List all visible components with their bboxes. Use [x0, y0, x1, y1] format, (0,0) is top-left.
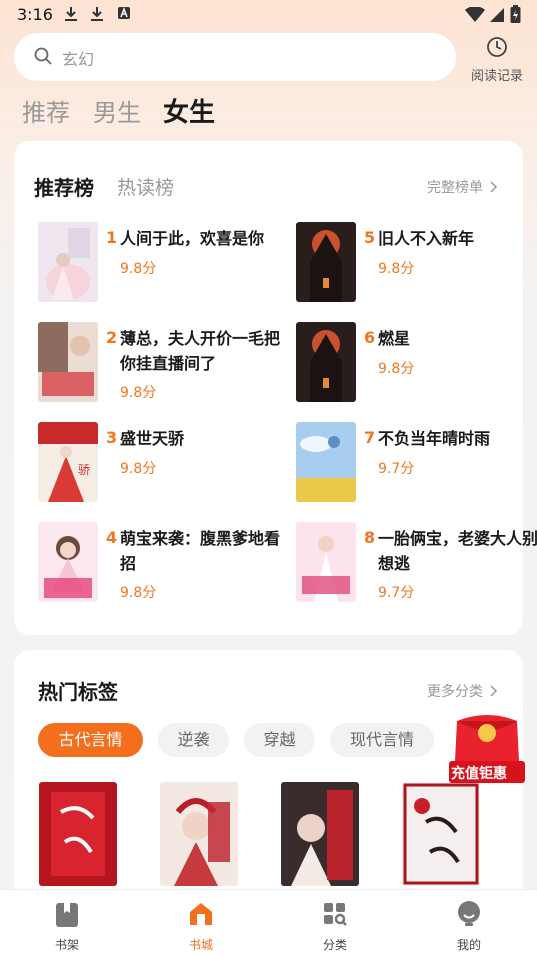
- book-score: 9.8分: [120, 261, 157, 277]
- search-placeholder: 玄幻: [62, 50, 95, 69]
- nav-bookshelf-label: 书架: [54, 938, 79, 952]
- book-cover[interactable]: [402, 782, 480, 886]
- profile-icon: [458, 901, 480, 926]
- book-cover: [296, 322, 356, 402]
- book-score: 9.8分: [120, 385, 157, 401]
- book-cover: [296, 522, 356, 602]
- battery-icon: [510, 5, 521, 23]
- full-ranking-label: 完整榜单: [427, 180, 483, 196]
- rank-number: 6: [364, 328, 376, 347]
- rank-item-1[interactable]: 1 人间于此，欢喜是你 9.8分: [38, 222, 278, 304]
- rank-item-3[interactable]: 骄 3 盛世天骄 9.8分: [38, 422, 278, 504]
- book-cover: [38, 322, 98, 402]
- chevron-right-icon: [490, 181, 498, 193]
- book-cover: [296, 222, 356, 302]
- book-cover: [296, 422, 356, 502]
- book-cover[interactable]: [281, 782, 359, 886]
- rank-number: 2: [106, 328, 118, 347]
- chip-ancient-romance[interactable]: 古代言情: [38, 723, 143, 757]
- download-icon: [91, 7, 103, 21]
- rank-number: 8: [364, 528, 376, 547]
- rank-number: 4: [106, 528, 118, 547]
- clock-icon: [487, 37, 507, 57]
- nav-store-label: 书城: [188, 938, 213, 952]
- book-cover[interactable]: [39, 782, 117, 886]
- book-title: 人间于此，欢喜是你: [120, 229, 265, 248]
- rank-item-5[interactable]: 5 旧人不入新年 9.8分: [296, 222, 536, 304]
- book-score: 9.8分: [120, 461, 157, 477]
- book-title: 盛世天骄: [120, 429, 185, 448]
- nav-category[interactable]: 分类: [295, 890, 375, 956]
- signal-icon: [490, 8, 504, 22]
- nav-bookshelf[interactable]: 书架: [27, 890, 107, 956]
- book-title: 燃星: [378, 329, 411, 348]
- rank-item-2[interactable]: 2 薄总，夫人开价一毛把你挂直播间了 9.8分: [38, 322, 280, 404]
- nav-category-label: 分类: [322, 938, 347, 952]
- full-ranking-link[interactable]: 完整榜单: [427, 177, 498, 197]
- bottom-nav: 书架 书城 分类 我的: [0, 889, 537, 956]
- rank-number: 7: [364, 428, 376, 447]
- chip-time-travel[interactable]: 穿越: [244, 723, 315, 757]
- svg-text:骄: 骄: [78, 463, 90, 477]
- store-icon: [190, 903, 212, 925]
- download-icon: [65, 7, 77, 21]
- chip-comeback[interactable]: 逆袭: [158, 723, 229, 757]
- book-score: 9.7分: [378, 585, 415, 601]
- rank-number: 5: [364, 228, 376, 247]
- recharge-promo-button[interactable]: 充值钜惠: [447, 705, 527, 785]
- book-cover[interactable]: [160, 782, 238, 886]
- book-cover: [38, 222, 98, 302]
- tab-female[interactable]: 女生: [163, 92, 215, 129]
- chip-modern-romance[interactable]: 现代言情: [330, 723, 434, 757]
- book-title: 薄总，夫人开价一毛把你挂直播间了: [120, 329, 281, 373]
- tab-recommend[interactable]: 推荐: [22, 93, 70, 128]
- tab-hot-rank[interactable]: 热读榜: [117, 173, 174, 200]
- rank-number: 3: [106, 428, 118, 447]
- hot-tags-title: 热门标签: [38, 680, 118, 704]
- book-title: 一胎俩宝，老婆大人别想逃: [378, 529, 537, 573]
- nav-store[interactable]: 书城: [161, 890, 241, 956]
- app-notification-icon: [118, 6, 130, 19]
- book-title: 不负当年晴时雨: [378, 429, 491, 448]
- wifi-icon: [465, 7, 485, 22]
- nav-profile[interactable]: 我的: [429, 890, 509, 956]
- more-categories-label: 更多分类: [427, 684, 483, 700]
- category-icon: [324, 903, 347, 926]
- book-score: 9.8分: [378, 261, 415, 277]
- book-score: 9.7分: [378, 461, 415, 477]
- more-categories-link[interactable]: 更多分类: [427, 681, 498, 701]
- status-bar: 3:16: [0, 0, 537, 30]
- rank-item-4[interactable]: 4 萌宝来袭：腹黑爹地看招 9.8分: [38, 522, 280, 604]
- nav-profile-label: 我的: [456, 938, 481, 952]
- reading-history-button[interactable]: 阅读记录: [466, 36, 528, 84]
- book-cover: [38, 522, 98, 602]
- tab-recommend-rank[interactable]: 推荐榜: [34, 172, 94, 201]
- bookshelf-icon: [56, 903, 78, 927]
- book-title: 萌宝来袭：腹黑爹地看招: [120, 529, 281, 573]
- book-score: 9.8分: [378, 361, 415, 377]
- rank-item-7[interactable]: 7 不负当年晴时雨 9.7分: [296, 422, 536, 504]
- rank-number: 1: [106, 228, 118, 247]
- status-time: 3:16: [17, 5, 53, 24]
- rank-item-8[interactable]: 8 一胎俩宝，老婆大人别想逃 9.7分: [296, 522, 537, 604]
- reading-history-label: 阅读记录: [470, 69, 523, 84]
- book-title: 旧人不入新年: [378, 229, 475, 248]
- search-icon: [34, 47, 52, 65]
- book-score: 9.8分: [120, 585, 157, 601]
- promo-label: 充值钜惠: [451, 766, 507, 782]
- rank-item-6[interactable]: 6 燃星 9.8分: [296, 322, 536, 404]
- book-cover: 骄: [38, 422, 98, 502]
- chevron-right-icon: [490, 685, 498, 697]
- tab-male[interactable]: 男生: [93, 93, 141, 128]
- search-input[interactable]: 玄幻: [14, 33, 456, 81]
